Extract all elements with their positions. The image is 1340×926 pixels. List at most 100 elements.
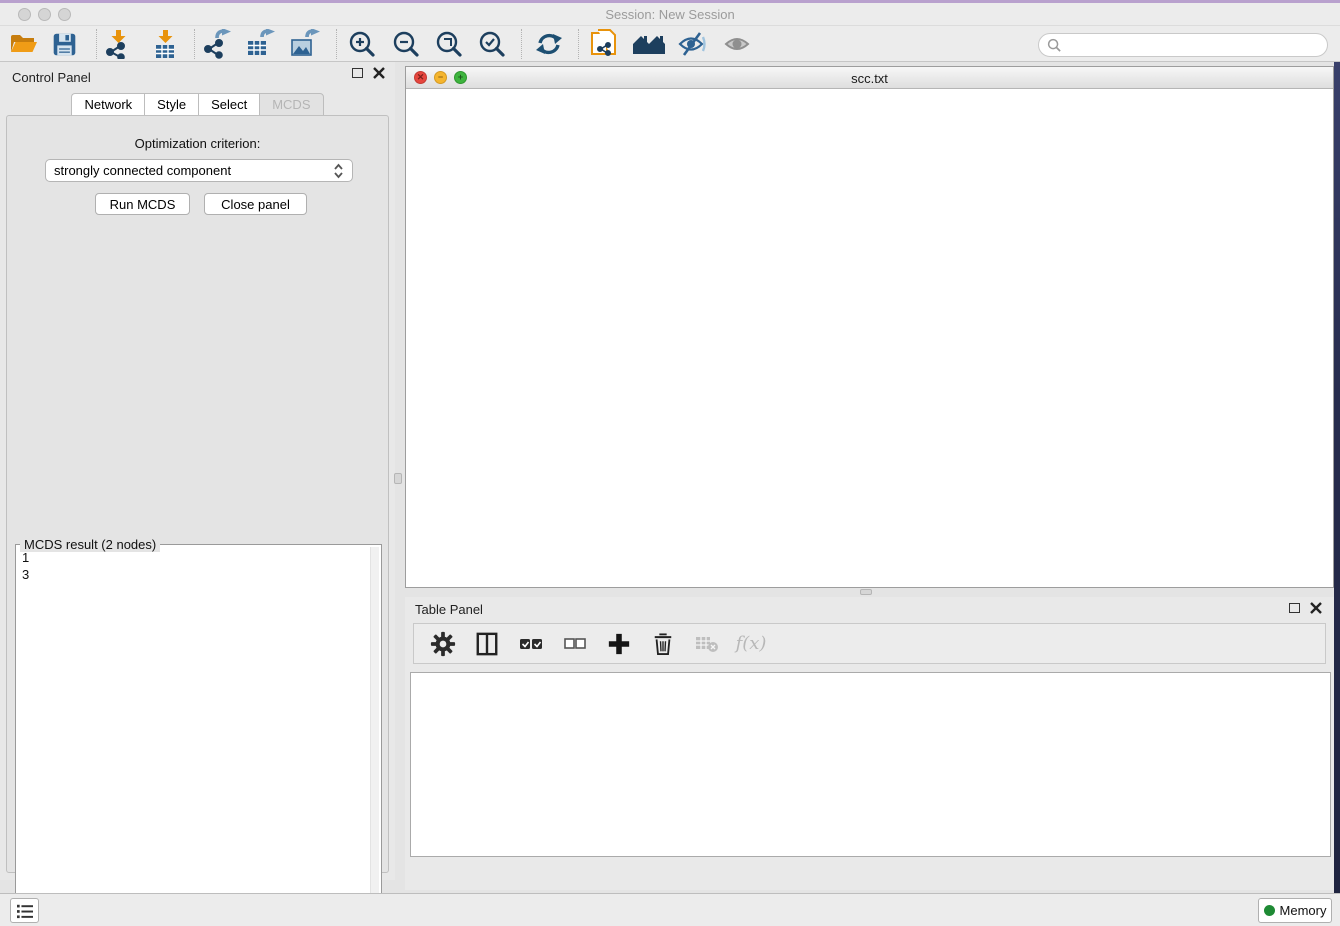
delete-table-icon bbox=[694, 633, 720, 655]
dropdown-stepper-icon bbox=[333, 163, 344, 179]
search-input[interactable] bbox=[1067, 38, 1327, 53]
toolbar-separator bbox=[578, 29, 579, 59]
mcds-result-box: MCDS result (2 nodes) 13 bbox=[15, 544, 382, 922]
export-network-button[interactable] bbox=[199, 28, 237, 60]
table-panel: Table Panel bbox=[405, 597, 1334, 890]
toolbar-separator bbox=[96, 29, 97, 59]
optimization-criterion-label: Optimization criterion: bbox=[7, 136, 388, 151]
close-table-panel-icon[interactable] bbox=[1310, 602, 1322, 614]
network-from-selection-icon bbox=[589, 28, 619, 60]
dropdown-selected-value: strongly connected component bbox=[54, 163, 333, 178]
unchecked-boxes-icon bbox=[563, 633, 587, 655]
columns-icon bbox=[475, 631, 499, 657]
table-panel-title: Table Panel bbox=[415, 602, 483, 617]
toolbar-separator bbox=[521, 29, 522, 59]
zoom-fit-icon bbox=[435, 30, 463, 58]
search-box[interactable] bbox=[1038, 33, 1328, 57]
zoom-out-button[interactable] bbox=[387, 28, 425, 60]
first-neighbors-button[interactable] bbox=[630, 28, 668, 60]
desktop-background-right bbox=[1334, 62, 1340, 893]
app-titlebar: Session: New Session bbox=[0, 3, 1340, 26]
network-graph bbox=[407, 89, 1333, 587]
fx-icon: f(x) bbox=[736, 633, 767, 654]
export-table-button[interactable] bbox=[242, 28, 280, 60]
memory-button[interactable]: Memory bbox=[1258, 898, 1332, 923]
import-table-button[interactable] bbox=[147, 28, 185, 60]
eye-slash-icon bbox=[677, 31, 707, 57]
close-panel-icon[interactable] bbox=[373, 67, 385, 79]
zoom-fit-button[interactable] bbox=[430, 28, 468, 60]
tab-select[interactable]: Select bbox=[198, 93, 259, 117]
memory-status-dot bbox=[1264, 905, 1275, 916]
show-all-button[interactable] bbox=[718, 28, 756, 60]
horizontal-splitter-handle[interactable] bbox=[860, 589, 872, 595]
session-title: Session: New Session bbox=[0, 7, 1340, 22]
network-title: scc.txt bbox=[406, 71, 1333, 86]
float-table-panel-icon[interactable] bbox=[1289, 603, 1300, 613]
save-floppy-icon bbox=[51, 31, 78, 58]
list-icon bbox=[16, 903, 34, 919]
optimization-criterion-dropdown[interactable]: strongly connected component bbox=[45, 159, 353, 182]
mcds-result-line: 1 bbox=[22, 549, 369, 566]
import-network-icon bbox=[104, 29, 134, 59]
zoom-selected-button[interactable] bbox=[473, 28, 511, 60]
refresh-button[interactable] bbox=[530, 28, 568, 60]
network-view-window: ✕ − + scc.txt bbox=[405, 66, 1334, 588]
new-network-from-selection-button[interactable] bbox=[585, 28, 623, 60]
show-columns-button[interactable] bbox=[472, 630, 502, 658]
memory-label: Memory bbox=[1280, 903, 1327, 918]
zoom-selected-icon bbox=[478, 30, 506, 58]
table-header-row bbox=[411, 673, 1330, 693]
network-window-titlebar[interactable]: ✕ − + scc.txt bbox=[406, 67, 1333, 89]
hide-selected-button[interactable] bbox=[673, 28, 711, 60]
open-folder-icon bbox=[8, 31, 38, 57]
deselect-all-rows-button[interactable] bbox=[560, 630, 590, 658]
toolbar-separator bbox=[194, 29, 195, 59]
gear-icon bbox=[430, 631, 456, 657]
import-network-button[interactable] bbox=[100, 28, 138, 60]
mcds-result-line: 3 bbox=[22, 566, 369, 583]
function-builder-button-disabled: f(x) bbox=[736, 630, 766, 658]
network-canvas[interactable] bbox=[407, 89, 1333, 587]
delete-column-button[interactable] bbox=[648, 630, 678, 658]
control-panel-tabs: NetworkStyleSelectMCDS bbox=[0, 93, 395, 117]
plus-icon bbox=[607, 632, 631, 656]
float-panel-icon[interactable] bbox=[352, 68, 363, 78]
task-history-button[interactable] bbox=[10, 898, 39, 923]
import-table-icon bbox=[151, 29, 181, 59]
mcds-result-text[interactable]: 13 bbox=[18, 549, 369, 919]
tab-network[interactable]: Network bbox=[71, 93, 144, 117]
zoom-in-button[interactable] bbox=[343, 28, 381, 60]
export-image-button[interactable] bbox=[286, 28, 324, 60]
select-all-rows-button[interactable] bbox=[516, 630, 546, 658]
control-panel-title: Control Panel bbox=[12, 70, 91, 85]
trash-icon bbox=[652, 631, 674, 657]
checked-boxes-icon bbox=[518, 632, 544, 656]
mcds-result-scrollbar[interactable] bbox=[370, 547, 379, 919]
tab-style[interactable]: Style bbox=[144, 93, 198, 117]
table-settings-button[interactable] bbox=[428, 630, 458, 658]
create-column-button[interactable] bbox=[604, 630, 634, 658]
search-icon bbox=[1047, 38, 1062, 53]
refresh-icon bbox=[534, 30, 564, 58]
zoom-out-icon bbox=[392, 30, 420, 58]
node-table[interactable] bbox=[410, 672, 1331, 857]
mcds-tab-content: Optimization criterion: strongly connect… bbox=[6, 115, 389, 873]
main-toolbar bbox=[0, 26, 1340, 62]
control-panel: Control Panel NetworkStyleSelectMCDS Opt… bbox=[0, 62, 395, 880]
toolbar-separator bbox=[336, 29, 337, 59]
export-network-icon bbox=[203, 29, 233, 59]
save-session-button[interactable] bbox=[45, 28, 83, 60]
zoom-in-icon bbox=[348, 30, 376, 58]
vertical-splitter-handle[interactable] bbox=[394, 473, 402, 484]
export-table-icon bbox=[245, 29, 277, 59]
tab-mcds[interactable]: MCDS bbox=[259, 93, 323, 117]
delete-table-button-disabled bbox=[692, 630, 722, 658]
run-mcds-button[interactable]: Run MCDS bbox=[95, 193, 190, 215]
close-panel-button[interactable]: Close panel bbox=[204, 193, 307, 215]
export-image-icon bbox=[289, 29, 321, 59]
table-toolbar: f(x) bbox=[413, 623, 1326, 664]
houses-icon bbox=[631, 31, 667, 57]
open-session-button[interactable] bbox=[4, 28, 42, 60]
eye-icon bbox=[722, 31, 752, 57]
